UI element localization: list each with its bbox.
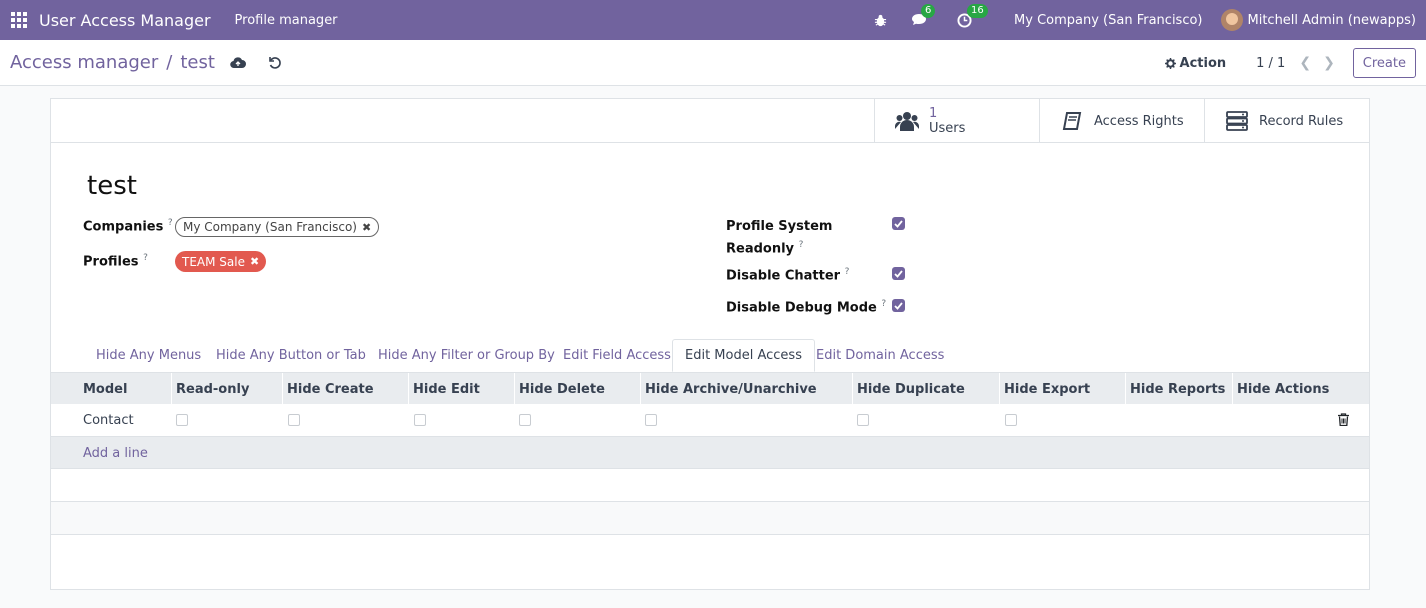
app-title[interactable]: User Access Manager [39, 11, 211, 30]
notebook-tabs: Hide Any Menus Hide Any Button or Tab Hi… [51, 339, 1369, 372]
column-header[interactable]: Hide Actions [1232, 373, 1336, 405]
avatar[interactable] [1220, 9, 1243, 31]
user-menu[interactable]: Mitchell Admin (newapps) [1248, 13, 1417, 28]
help-icon: ? [798, 240, 804, 250]
add-line-row: Add a line [51, 437, 1369, 469]
access-rights-label: Access Rights [1094, 113, 1184, 129]
activities-count-badge: 16 [967, 3, 988, 18]
access-rights-button[interactable]: Access Rights [1039, 99, 1204, 143]
column-header[interactable]: Hide Edit [408, 373, 514, 405]
pager-next-icon[interactable]: ❯ [1323, 55, 1335, 71]
record-rules-button[interactable]: Record Rules [1204, 99, 1369, 143]
help-icon: ? [143, 253, 148, 263]
column-header[interactable]: Hide Duplicate [852, 373, 999, 405]
model-cell[interactable]: Contact [83, 404, 134, 436]
empty-row [51, 502, 1369, 535]
users-count: 1 [929, 106, 938, 121]
record-title[interactable]: test [87, 171, 137, 201]
disable-chatter-label: Disable Chatter ? [726, 267, 850, 284]
profile-readonly-checkbox[interactable] [892, 217, 905, 230]
breadcrumb-parent[interactable]: Access manager [10, 52, 158, 73]
remove-tag-icon[interactable]: ✖ [362, 221, 371, 234]
profiles-tag-label: TEAM Sale [182, 254, 245, 269]
companies-label: Companies ? [83, 218, 173, 235]
discard-icon[interactable] [268, 56, 282, 70]
remove-tag-icon[interactable]: ✖ [250, 255, 259, 268]
breadcrumb-separator: / [166, 52, 173, 73]
column-header[interactable]: Hide Reports [1125, 373, 1232, 405]
tab-hide-any-button-or-tab[interactable]: Hide Any Button or Tab [204, 339, 378, 372]
check-icon [894, 269, 903, 278]
empty-row [51, 469, 1369, 502]
table-row[interactable]: Contact [51, 404, 1369, 437]
server-icon [1223, 111, 1251, 131]
column-header[interactable]: Read-only [171, 373, 282, 405]
breadcrumb: Access manager / test [10, 52, 215, 73]
breadcrumb-current: test [180, 52, 215, 73]
help-icon: ? [167, 218, 173, 228]
tab-hide-any-filter-or-group-by[interactable]: Hide Any Filter or Group By [366, 339, 567, 372]
column-header[interactable]: Hide Create [282, 373, 408, 405]
book-icon [1058, 111, 1086, 131]
hide-duplicate-checkbox[interactable] [857, 414, 869, 426]
disable-debug-checkbox[interactable] [892, 299, 905, 312]
column-header[interactable]: Hide Export [999, 373, 1125, 405]
hide-create-checkbox[interactable] [288, 414, 300, 426]
help-icon: ? [881, 299, 887, 309]
column-header[interactable]: Model [79, 373, 171, 405]
disable-debug-label: Disable Debug Mode ? [726, 299, 887, 316]
form-sheet: 1 Users Access Rights Record Rules test … [50, 98, 1370, 590]
button-box: 1 Users Access Rights Record Rules [51, 99, 1369, 143]
create-button[interactable]: Create [1352, 48, 1416, 78]
companies-tag-label: My Company (San Francisco) [183, 220, 357, 234]
check-icon [894, 301, 903, 310]
company-switcher[interactable]: My Company (San Francisco) [1014, 13, 1202, 28]
grid-icon[interactable] [11, 12, 27, 28]
users-stat-button[interactable]: 1 Users [874, 99, 1039, 143]
tab-edit-field-access[interactable]: Edit Field Access [551, 339, 683, 372]
record-rules-label: Record Rules [1259, 113, 1344, 129]
messages-button[interactable]: 6 [911, 3, 936, 28]
trash-icon[interactable] [1338, 413, 1349, 430]
users-icon [893, 111, 921, 131]
column-header[interactable]: Hide Delete [514, 373, 640, 405]
pager-previous-icon[interactable]: ❮ [1299, 55, 1311, 71]
hide-export-checkbox[interactable] [1005, 414, 1017, 426]
top-navbar: User Access Manager Profile manager 6 16… [0, 0, 1426, 40]
action-button[interactable]: Action [1164, 55, 1227, 71]
help-icon: ? [844, 267, 850, 277]
gear-icon [1164, 57, 1176, 69]
companies-tag[interactable]: My Company (San Francisco) ✖ [175, 217, 380, 237]
save-cloud-icon[interactable] [230, 56, 246, 69]
disable-chatter-checkbox[interactable] [892, 267, 905, 280]
profiles-label: Profiles ? [83, 253, 148, 270]
messages-count-badge: 6 [921, 3, 936, 18]
tab-hide-any-menus[interactable]: Hide Any Menus [84, 339, 213, 372]
menu-profile-manager[interactable]: Profile manager [235, 13, 338, 28]
hide-delete-checkbox[interactable] [519, 414, 531, 426]
bug-icon[interactable] [874, 14, 887, 27]
profiles-tag[interactable]: TEAM Sale ✖ [175, 251, 267, 272]
hide-archive-checkbox[interactable] [645, 414, 657, 426]
add-line-link[interactable]: Add a line [83, 437, 148, 469]
tab-edit-domain-access[interactable]: Edit Domain Access [804, 339, 956, 372]
users-label: Users [929, 121, 966, 136]
column-header[interactable]: Hide Archive/Unarchive [640, 373, 852, 405]
read-only-checkbox[interactable] [176, 414, 188, 426]
table-header: Model Read-only Hide Create Hide Edit Hi… [51, 372, 1369, 405]
model-access-table: Model Read-only Hide Create Hide Edit Hi… [51, 372, 1369, 535]
hide-edit-checkbox[interactable] [414, 414, 426, 426]
activities-button[interactable]: 16 [957, 3, 988, 28]
tab-edit-model-access[interactable]: Edit Model Access [672, 339, 815, 372]
action-label: Action [1179, 55, 1227, 71]
pager-value[interactable]: 1 / 1 [1256, 56, 1285, 71]
profile-readonly-label: Profile System Readonly ? [726, 219, 833, 257]
control-panel: Access manager / test Action 1 / 1 ❮ ❯ C… [0, 40, 1426, 86]
check-icon [894, 219, 903, 228]
